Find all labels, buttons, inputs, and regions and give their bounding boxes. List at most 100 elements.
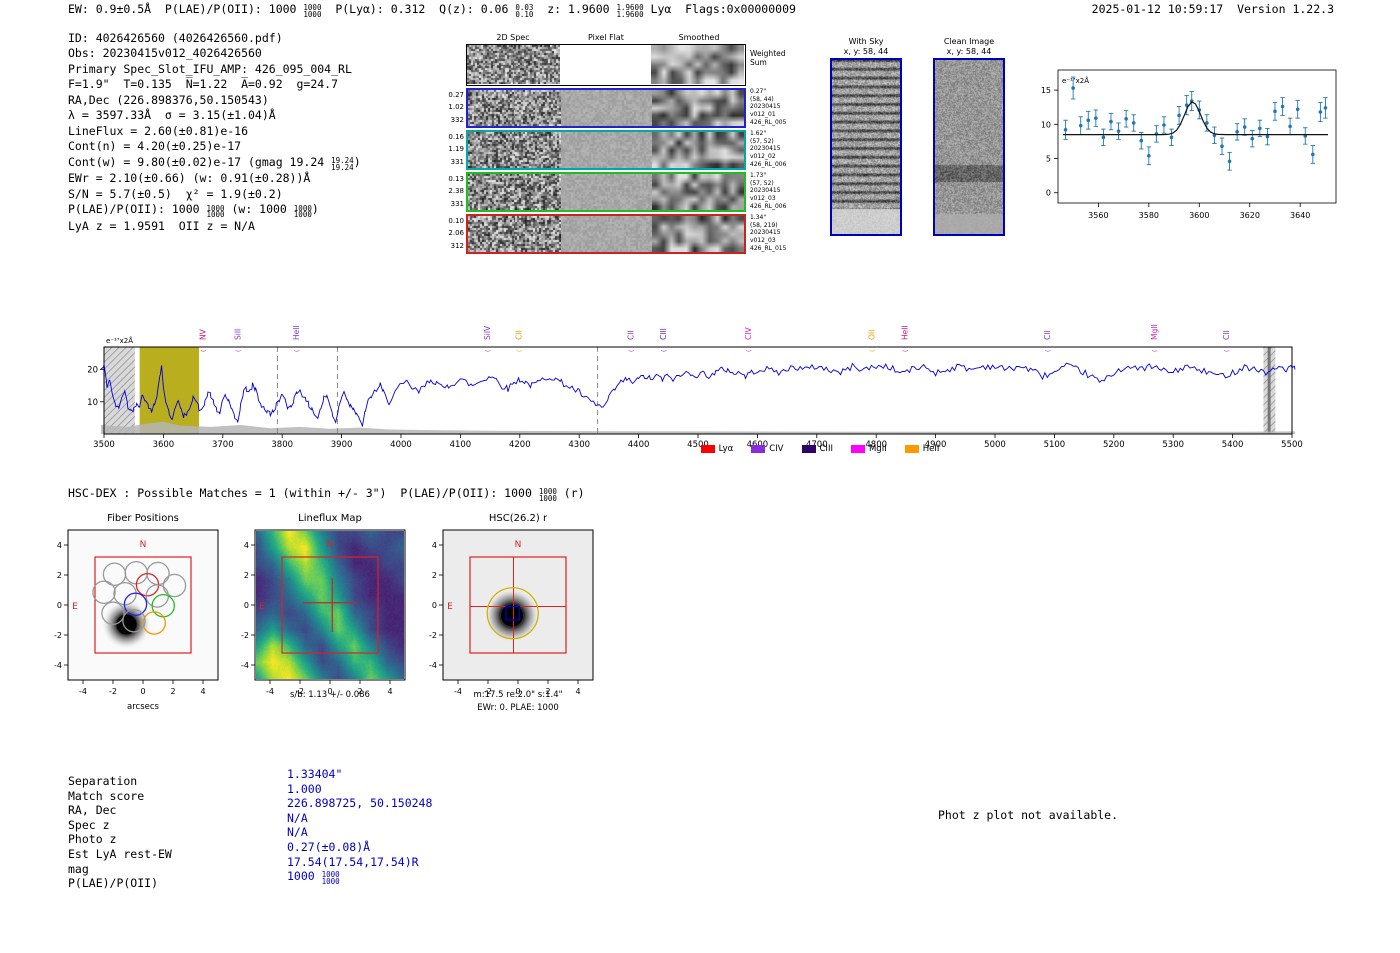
match-row-label: Photo z (68, 832, 172, 847)
weighted-sum-label: WeightedSum (750, 49, 810, 67)
match-row-label: Est LyA rest-EW (68, 847, 172, 862)
match-row-label: Spec z (68, 818, 172, 833)
cutout-2d-cell (561, 132, 652, 168)
fiber-row-meta: 0.27"(58, 44)20230415v012_01426_RL_005 (750, 88, 830, 127)
legend-swatch (751, 445, 765, 453)
svg-text:-2: -2 (109, 687, 117, 696)
match-row-label: P(LAE)/P(OII) (68, 876, 172, 891)
info-line: Primary Spec_Slot_IFU_AMP: 426_095_004_R… (68, 62, 361, 77)
svg-text:3800: 3800 (271, 440, 293, 450)
svg-text:2: 2 (57, 571, 62, 580)
info-line: P(LAE)/P(OII): 1000 10001000 (w: 1000 10… (68, 202, 361, 219)
panel-title: HSC(26.2) r (489, 513, 548, 524)
fiber-row-meta: 1.62"(57, 52)20230415v012_02426_RL_006 (750, 130, 830, 169)
panel-title: Fiber Positions (107, 513, 179, 524)
line-marker-label: CII (1222, 330, 1231, 340)
svg-text:4: 4 (57, 541, 62, 550)
compass-east: E (447, 602, 453, 612)
legend-swatch (802, 445, 816, 453)
match-table-labels: SeparationMatch scoreRA, DecSpec zPhoto … (68, 774, 172, 891)
compass-east: E (259, 602, 265, 612)
svg-text:4: 4 (387, 687, 392, 696)
info-line: Cont(w) = 9.80(±0.02)e-17 (gmag 19.24 19… (68, 155, 361, 172)
panel-caption-1: m:17.5 re:2.0" s:1.4" (473, 690, 562, 700)
cutout-2d-cell (468, 132, 561, 168)
column-title-smoothed: Smoothed (652, 33, 746, 42)
y-ticks: 051015 (1041, 86, 1058, 198)
panel-xlabel: arcsecs (127, 702, 160, 712)
svg-text:3700: 3700 (212, 440, 234, 450)
svg-text:2: 2 (170, 687, 175, 696)
cutout-2d-cell (468, 216, 561, 252)
detection-info-block: ID: 4026426560 (4026426560.pdf)Obs: 2023… (68, 31, 361, 235)
withsky-xy: x, y: 58, 44 (828, 47, 904, 56)
full-spectrum-plot: 1020350036003700380039004000410042004300… (88, 300, 1313, 450)
svg-text:(: ( (1224, 350, 1231, 352)
fiber-row-weights: 0.271.02332 (436, 89, 464, 126)
svg-text:4: 4 (432, 541, 437, 550)
info-line: F=1.9" T=0.135 N̅=1.22 A̅=0.92 g=24.7 (68, 77, 361, 92)
clean-title: Clean Image (929, 37, 1009, 46)
svg-text:10: 10 (1041, 120, 1051, 129)
match-row-value: 1000 10001000 (287, 869, 432, 886)
hsc-cutout-panel: HSC(26.2) rNE-4-4-2-2002244m:17.5 re:2.0… (423, 505, 613, 720)
error-envelope (101, 422, 1295, 434)
withsky-title: With Sky (828, 37, 904, 46)
line-marker-label: NV (199, 328, 208, 340)
legend-swatch (851, 445, 865, 453)
svg-text:(: ( (903, 350, 910, 352)
svg-text:2: 2 (432, 571, 437, 580)
legend-item: CIV (751, 444, 783, 454)
masked-band (104, 347, 135, 434)
info-line: Cont(n) = 4.20(±0.25)e-17 (68, 139, 361, 154)
svg-text:20: 20 (88, 366, 98, 376)
legend-item: CIII (802, 444, 833, 454)
line-markers: NV(SiII(HeII(SiIV(CII(CII(CIII(CIV(OII(H… (199, 324, 1231, 352)
svg-text:(: ( (485, 350, 492, 352)
panel-caption: s/b: 1.13 +/- 0.086 (290, 690, 370, 700)
line-marker-label: CIII (659, 328, 668, 340)
stacked-fraction: 1.96001.9600 (617, 5, 644, 19)
fiber-cutout-row (466, 172, 746, 212)
svg-text:4: 4 (575, 687, 580, 696)
stacked-fraction: 10001000 (206, 206, 224, 220)
svg-text:(: ( (1152, 350, 1159, 352)
stacked-fraction: 19.2419.24 (331, 158, 354, 172)
clean-xy: x, y: 58, 44 (929, 47, 1009, 56)
match-table-values: 1.33404"1.000226.898725, 50.150248N/AN/A… (287, 767, 432, 886)
stacked-fraction: 10001000 (294, 206, 312, 220)
cutout-2d-cell (561, 90, 652, 126)
line-marker-label: CII (1043, 330, 1052, 340)
line-marker-label: SiIV (483, 325, 492, 340)
svg-text:15: 15 (1041, 86, 1051, 95)
svg-text:5300: 5300 (1162, 440, 1184, 450)
fiber-cutout-row (466, 88, 746, 128)
svg-text:-4: -4 (429, 661, 437, 670)
clean-image (935, 60, 1003, 234)
cutout-2d-cell (561, 216, 652, 252)
svg-text:0: 0 (432, 601, 437, 610)
info-line: LyA z = 1.9591 OII z = N/A (68, 219, 361, 234)
compass-north: N (327, 540, 334, 550)
svg-text:(: ( (236, 350, 243, 352)
svg-text:4100: 4100 (450, 440, 472, 450)
match-row-value: 226.898725, 50.150248 (287, 796, 432, 811)
line-marker-label: CIV (744, 327, 753, 340)
weighted-sum-row (466, 44, 746, 86)
line-marker-label: MgII (1150, 324, 1159, 340)
match-row-value: N/A (287, 811, 432, 826)
svg-text:(: ( (869, 350, 876, 352)
svg-text:0: 0 (140, 687, 145, 696)
svg-text:-2: -2 (54, 631, 62, 640)
zoom-spectrum-plot: 35603580360036203640051015e⁻¹⁷x2Å (1038, 45, 1343, 225)
svg-text:-4: -4 (79, 687, 87, 696)
withsky-panel (830, 58, 902, 236)
match-row-value: 17.54(17.54,17.54)R (287, 855, 432, 870)
legend-swatch (905, 445, 919, 453)
svg-text:(: ( (201, 350, 208, 352)
cutout-2d-cell (468, 90, 561, 126)
info-line: Obs: 20230415v012_4026426560 (68, 46, 361, 61)
line-marker-label: HeII (901, 325, 910, 340)
line-marker-label: OII (867, 330, 876, 340)
cutout-2d-cell (652, 174, 744, 210)
